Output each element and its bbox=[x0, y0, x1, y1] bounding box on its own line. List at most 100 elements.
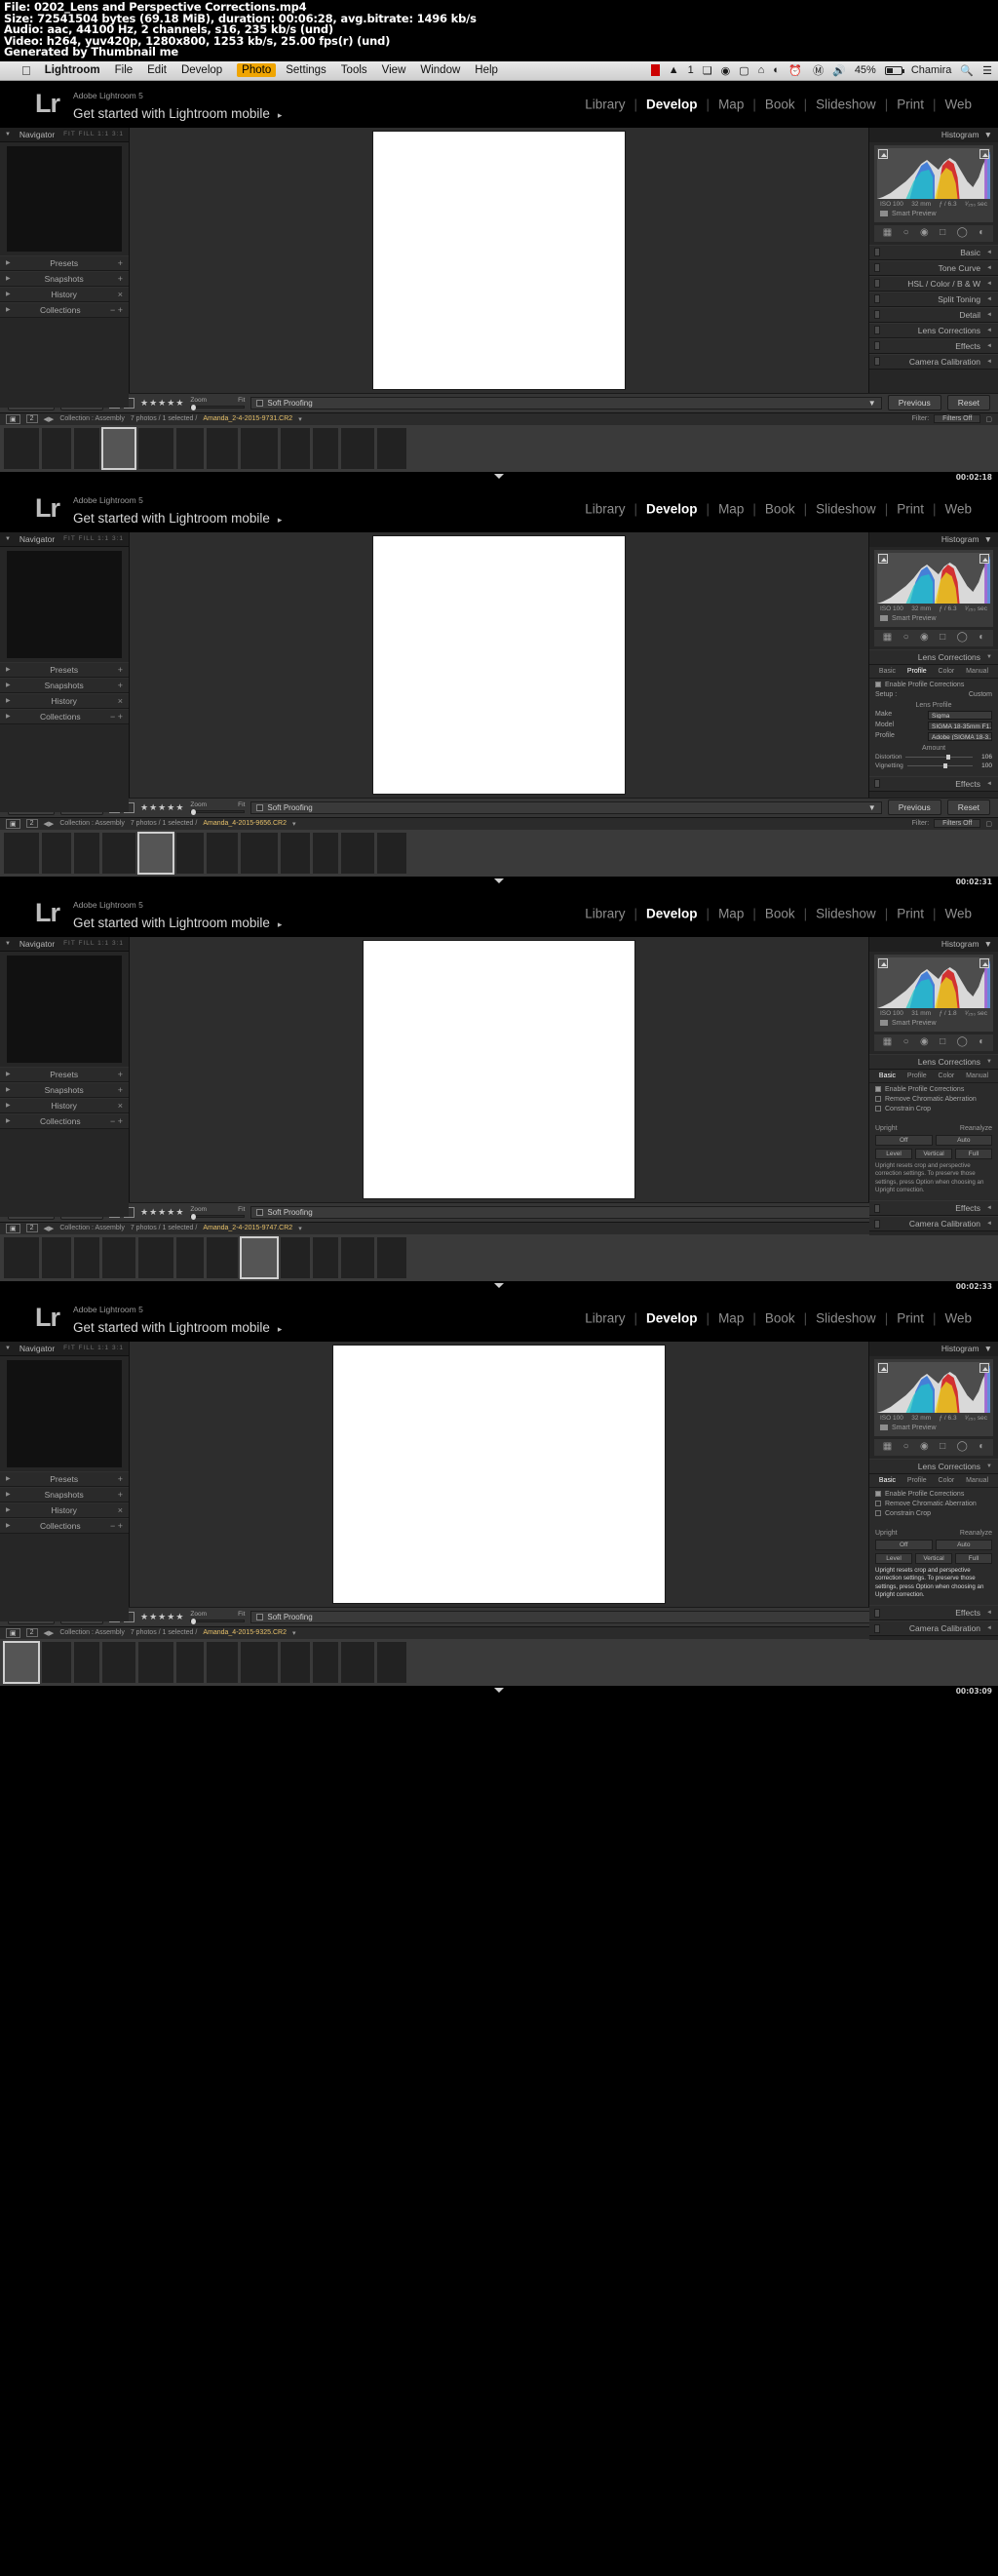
effects-section-header[interactable]: Effects ◄ bbox=[869, 1605, 998, 1621]
left-section-action[interactable]: − + bbox=[110, 1521, 123, 1531]
lc-tab-profile[interactable]: Profile bbox=[907, 668, 927, 675]
red-eye-icon[interactable]: ◉ bbox=[920, 633, 929, 643]
module-develop[interactable]: Develop bbox=[637, 97, 707, 111]
shadow-clipping-icon[interactable] bbox=[878, 1362, 888, 1373]
identity-arrow-icon[interactable]: ▸ bbox=[278, 1324, 283, 1334]
left-section-action[interactable]: + bbox=[118, 1085, 123, 1095]
module-develop[interactable]: Develop bbox=[637, 906, 707, 920]
navigator-zoom-levels[interactable]: FIT FILL 1:1 3:1 bbox=[63, 1345, 124, 1351]
identity-plate[interactable]: Adobe Lightroom 5 Get started with Lightr… bbox=[73, 894, 282, 933]
highlight-clipping-icon[interactable] bbox=[979, 148, 989, 159]
nav-zoom-0[interactable]: FIT bbox=[63, 940, 76, 947]
filmstrip-thumbnail[interactable] bbox=[176, 427, 204, 469]
navigator-header[interactable]: ▼ Navigator FIT FILL 1:1 3:1 bbox=[0, 531, 129, 547]
filmstrip-thumbnail[interactable] bbox=[74, 427, 99, 469]
source-label[interactable]: Collection : Assembly bbox=[59, 1629, 125, 1636]
upright-button-auto[interactable]: Auto bbox=[935, 1134, 992, 1146]
identity-plate[interactable]: Adobe Lightroom 5 Get started with Lightr… bbox=[73, 1299, 282, 1338]
checkbox-icon[interactable] bbox=[875, 1106, 881, 1112]
lc-tab-manual[interactable]: Manual bbox=[966, 1073, 988, 1079]
effects-section-header[interactable]: Effects ◄ bbox=[869, 775, 998, 792]
histogram-header[interactable]: Histogram ▼ bbox=[869, 531, 998, 547]
section-switch-icon[interactable] bbox=[874, 779, 880, 789]
main-photo[interactable] bbox=[373, 131, 625, 389]
soft-proofing-bar[interactable]: Soft Proofing▼ bbox=[250, 396, 882, 410]
navigate-back-icon[interactable]: ◀▶ bbox=[44, 1225, 55, 1232]
nav-zoom-1[interactable]: FILL bbox=[79, 940, 96, 947]
upright-button-full[interactable]: Full bbox=[955, 1148, 992, 1159]
lc-tab-color[interactable]: Color bbox=[939, 1477, 955, 1484]
module-book[interactable]: Book bbox=[756, 501, 804, 516]
develop-section-effects[interactable]: Effects ◄ bbox=[869, 337, 998, 354]
soft-proofing-checkbox[interactable] bbox=[256, 803, 264, 811]
left-section-snapshots[interactable]: ▶ Snapshots + bbox=[0, 270, 129, 287]
chevron-down-icon[interactable]: ▼ bbox=[5, 536, 11, 542]
identity-arrow-icon[interactable]: ▸ bbox=[278, 515, 283, 525]
setup-value[interactable]: Custom bbox=[969, 691, 992, 698]
lens-corrections-header[interactable]: Lens Corrections ▼ bbox=[869, 1053, 998, 1070]
shadow-clipping-icon[interactable] bbox=[878, 957, 888, 968]
apple-logo-icon[interactable]:  bbox=[21, 63, 31, 78]
spot-removal-icon[interactable]: ○ bbox=[903, 633, 909, 643]
module-book[interactable]: Book bbox=[756, 906, 804, 920]
second-window-icon[interactable]: 2 bbox=[25, 1224, 38, 1233]
main-photo[interactable] bbox=[333, 1345, 665, 1603]
filmstrip-thumbnail[interactable] bbox=[3, 1640, 40, 1684]
model-select[interactable]: SIGMA 18-35mm F1.8 D bbox=[928, 721, 992, 730]
menu-photo[interactable]: Photo bbox=[237, 63, 277, 78]
second-window-icon[interactable]: 2 bbox=[25, 1628, 38, 1638]
section-switch-icon[interactable] bbox=[874, 263, 880, 273]
spot-removal-icon[interactable]: ○ bbox=[903, 1037, 909, 1047]
chevron-right-icon[interactable]: ▶ bbox=[6, 291, 11, 297]
module-book[interactable]: Book bbox=[756, 1310, 804, 1325]
upright-button-off[interactable]: Off bbox=[875, 1134, 933, 1146]
develop-section-hsl-color-b-w[interactable]: HSL / Color / B & W ◄ bbox=[869, 275, 998, 292]
left-section-collections[interactable]: ▶ Collections − + bbox=[0, 1517, 129, 1534]
photo-name-caret-icon[interactable]: ▾ bbox=[298, 1225, 302, 1232]
adjustment-brush-icon[interactable]: ◐ bbox=[979, 1442, 984, 1452]
enable-profile-corrections-row[interactable]: Enable Profile Corrections bbox=[875, 1086, 992, 1093]
filmstrip-thumbnail[interactable] bbox=[4, 832, 39, 874]
left-section-action[interactable]: − + bbox=[110, 712, 123, 722]
filmstrip-thumbnail[interactable] bbox=[377, 832, 406, 874]
filmstrip-thumbnail[interactable] bbox=[281, 1641, 310, 1683]
chevron-right-icon[interactable]: ▶ bbox=[6, 713, 11, 720]
evernote-icon[interactable]: ▢ bbox=[739, 64, 748, 77]
spot-removal-icon[interactable]: ○ bbox=[903, 228, 909, 238]
upright-button-vertical[interactable]: Vertical bbox=[915, 1148, 952, 1159]
chevron-right-icon[interactable]: ▶ bbox=[6, 1475, 11, 1482]
upright-button-off[interactable]: Off bbox=[875, 1539, 933, 1550]
left-section-action[interactable]: − + bbox=[110, 305, 123, 315]
left-section-snapshots[interactable]: ▶ Snapshots + bbox=[0, 677, 129, 693]
camera-calibration-section-header[interactable]: Camera Calibration ◄ bbox=[869, 1216, 998, 1232]
lc-tab-manual[interactable]: Manual bbox=[966, 668, 988, 675]
source-label[interactable]: Collection : Assembly bbox=[59, 1225, 125, 1231]
navigator-preview[interactable] bbox=[7, 955, 122, 1063]
effects-section-header[interactable]: Effects ◄ bbox=[869, 1200, 998, 1217]
filmstrip-thumbnail[interactable] bbox=[4, 427, 39, 469]
menubar-username[interactable]: Chamira bbox=[911, 64, 952, 76]
left-section-history[interactable]: ▶ History × bbox=[0, 1097, 129, 1113]
graduated-filter-icon[interactable]: □ bbox=[940, 1442, 945, 1452]
make-select[interactable]: Sigma bbox=[928, 710, 992, 720]
upright-button-auto[interactable]: Auto bbox=[935, 1539, 992, 1550]
nav-zoom-2[interactable]: 1:1 bbox=[97, 940, 109, 947]
enable-profile-corrections-row[interactable]: Enable Profile Corrections bbox=[875, 1491, 992, 1498]
main-photo[interactable] bbox=[373, 535, 625, 794]
lc-tab-profile[interactable]: Profile bbox=[907, 1477, 927, 1484]
module-develop[interactable]: Develop bbox=[637, 501, 707, 516]
soft-proofing-bar[interactable]: Soft Proofing▼ bbox=[250, 1610, 882, 1623]
filmstrip-thumbnail[interactable] bbox=[341, 832, 374, 874]
section-switch-icon[interactable] bbox=[874, 310, 880, 320]
model-row[interactable]: Model SIGMA 18-35mm F1.8 D bbox=[875, 721, 992, 730]
left-section-action[interactable]: × bbox=[118, 290, 123, 299]
source-label[interactable]: Collection : Assembly bbox=[59, 415, 125, 422]
left-section-collections[interactable]: ▶ Collections − + bbox=[0, 1112, 129, 1129]
chevron-right-icon[interactable]: ▶ bbox=[6, 275, 11, 282]
volume-icon[interactable]: 🔊 bbox=[832, 64, 846, 77]
histogram-graph[interactable] bbox=[877, 552, 990, 604]
chevron-right-icon[interactable]: ▶ bbox=[6, 259, 11, 266]
constrain-crop-row[interactable]: Constrain Crop bbox=[875, 1106, 992, 1112]
shadow-clipping-icon[interactable] bbox=[878, 553, 888, 564]
setup-row[interactable]: Setup : Custom bbox=[875, 691, 992, 698]
